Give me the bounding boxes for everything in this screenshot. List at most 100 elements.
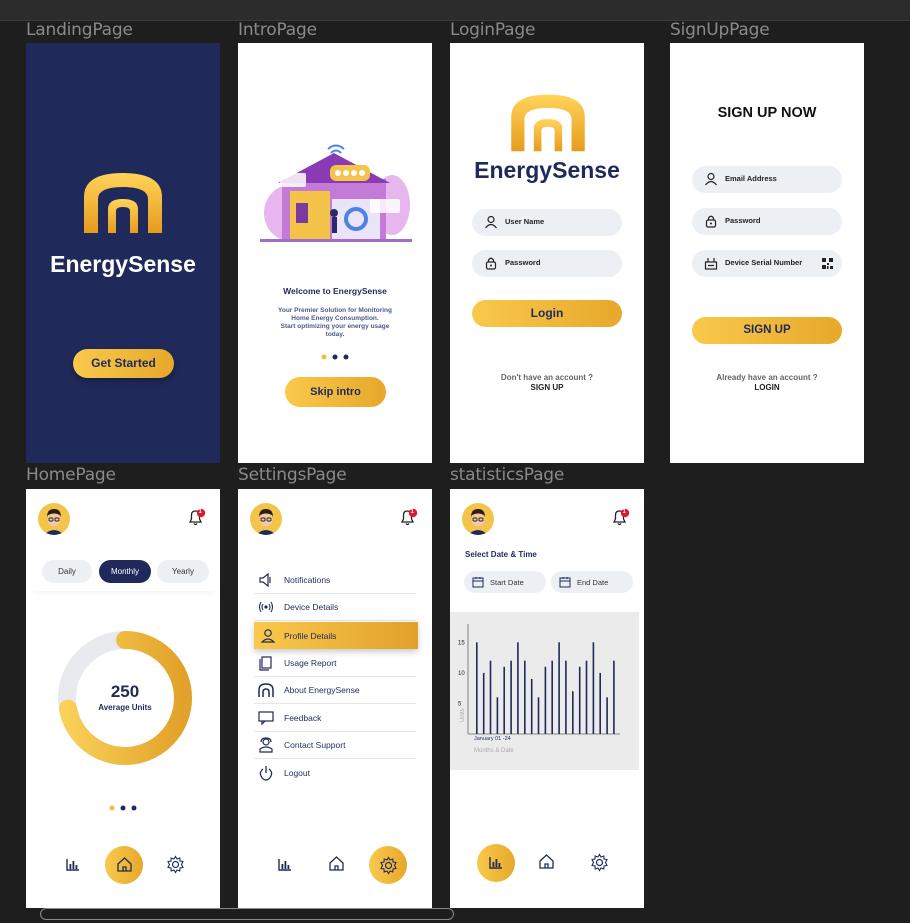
page-indicator — [321, 354, 351, 360]
password-input[interactable]: Password — [472, 250, 622, 277]
tab-monthly-label: Monthly — [110, 567, 139, 576]
gear-icon — [167, 855, 184, 874]
smart-home-illustration — [260, 143, 412, 247]
y-tick-label: 10 — [458, 671, 465, 677]
feedback-icon — [258, 711, 274, 726]
tab-yearly[interactable]: Yearly — [157, 560, 209, 583]
landing-page: EnergySense Get Started — [26, 43, 220, 463]
user-icon — [705, 172, 717, 186]
menu-item-label: Usage Report — [284, 658, 337, 668]
support-icon — [259, 737, 273, 753]
chart-bar — [613, 660, 615, 734]
nav-settings[interactable] — [369, 846, 407, 884]
home-icon — [329, 856, 344, 871]
password-field[interactable]: Password — [692, 208, 842, 235]
chart-bar — [476, 642, 478, 734]
user-icon — [485, 215, 497, 229]
gauge-label: Average Units — [98, 703, 152, 712]
tab-daily[interactable]: Daily — [42, 560, 92, 583]
brand-logo-icon — [505, 89, 591, 155]
speaker-icon — [259, 572, 271, 588]
password-placeholder: Password — [725, 216, 761, 225]
end-date-placeholder: End Date — [577, 578, 609, 587]
skip-intro-button[interactable]: Skip intro — [285, 377, 386, 407]
device-serial-placeholder: Device Serial Number — [725, 258, 803, 267]
statistics-page: 1 Select Date & Time Start Date End Date… — [450, 489, 644, 908]
bar-chart-icon — [66, 859, 79, 871]
signup-button-label: SIGN UP — [743, 324, 791, 336]
menu-item-label: About EnergySense — [284, 685, 360, 695]
menu-item-profile-details[interactable]: Profile Details — [254, 622, 418, 649]
tab-monthly[interactable]: Monthly — [99, 560, 151, 583]
notification-bell[interactable]: 1 — [610, 507, 630, 527]
editor-toolbar — [0, 0, 910, 21]
frame-label-landing: LandingPage — [26, 20, 133, 40]
frame-label-home: HomePage — [26, 465, 116, 485]
login-button[interactable]: Login — [472, 300, 622, 327]
email-field[interactable]: Email Address — [692, 166, 842, 193]
signup-link[interactable]: SIGN UP — [450, 383, 644, 392]
qr-code-icon[interactable] — [822, 258, 833, 269]
notification-bell[interactable]: 1 — [398, 507, 418, 527]
login-link[interactable]: LOGIN — [670, 383, 864, 392]
intro-line-1: Your Premier Solution for Monitoring — [278, 307, 392, 314]
logo-arch-icon — [258, 683, 274, 697]
frame-label-intro: IntroPage — [238, 20, 317, 40]
menu-item-feedback[interactable]: Feedback — [254, 704, 416, 732]
nav-statistics[interactable] — [477, 844, 515, 882]
chart-bar — [530, 679, 533, 734]
lock-icon — [485, 257, 497, 270]
nav-home[interactable] — [105, 846, 143, 884]
nav-home[interactable] — [328, 855, 345, 872]
brand-name: EnergySense — [474, 157, 620, 183]
brand-name: EnergySense — [50, 251, 196, 277]
start-date-picker[interactable]: Start Date — [464, 571, 546, 593]
notification-bell[interactable]: 1 — [186, 507, 206, 527]
notification-count: 1 — [198, 509, 202, 515]
brand-logo-icon — [78, 167, 168, 237]
menu-item-contact-support[interactable]: Contact Support — [254, 731, 416, 759]
chart-bar — [572, 691, 574, 734]
login-button-label: Login — [530, 306, 564, 320]
notification-count: 1 — [622, 509, 626, 515]
x-axis-label: Months & Date — [474, 748, 514, 754]
menu-item-device-details[interactable]: Device Details — [254, 593, 416, 621]
router-icon — [704, 258, 718, 270]
get-started-button[interactable]: Get Started — [73, 349, 174, 378]
home-page: 1 Daily Monthly Yearly 250 Average Units — [26, 489, 220, 908]
end-date-picker[interactable]: End Date — [551, 571, 633, 593]
nav-settings[interactable] — [166, 855, 185, 874]
y-tick-label: 15 — [458, 640, 465, 646]
bar-chart-icon — [278, 859, 291, 871]
chart-bar — [517, 642, 519, 734]
nav-statistics[interactable] — [66, 858, 80, 871]
horizontal-scrollbar[interactable] — [40, 908, 454, 920]
gauge-value: 250 — [110, 682, 140, 701]
bell-icon — [188, 508, 206, 526]
signup-button[interactable]: SIGN UP — [692, 317, 842, 344]
menu-item-logout[interactable]: Logout — [254, 759, 416, 786]
nav-settings[interactable] — [590, 853, 609, 872]
email-placeholder: Email Address — [725, 174, 777, 183]
avatar[interactable] — [250, 503, 282, 535]
chart-bar — [489, 660, 492, 734]
intro-description: Your Premier Solution for Monitoring Hom… — [248, 307, 422, 339]
avatar[interactable] — [462, 503, 494, 535]
bar-chart-icon — [489, 857, 502, 869]
nav-statistics[interactable] — [278, 858, 292, 871]
gear-icon — [591, 853, 608, 872]
password-placeholder: Password — [505, 258, 541, 267]
frame-label-signup: SignUpPage — [670, 20, 770, 40]
frame-label-settings: SettingsPage — [238, 465, 347, 485]
user-icon — [260, 629, 276, 643]
intro-line-2: Home Energy Consumption. — [291, 315, 379, 322]
menu-item-notifications[interactable]: Notifications — [254, 566, 416, 594]
menu-item-about[interactable]: About EnergySense — [254, 676, 416, 704]
nav-home[interactable] — [538, 853, 555, 870]
menu-item-usage-report[interactable]: Usage Report — [254, 649, 416, 677]
device-serial-field[interactable]: Device Serial Number — [692, 250, 842, 277]
avatar[interactable] — [38, 503, 70, 535]
calendar-icon — [559, 577, 571, 588]
menu-item-label: Notifications — [284, 575, 331, 585]
username-input[interactable]: User Name — [472, 209, 622, 236]
